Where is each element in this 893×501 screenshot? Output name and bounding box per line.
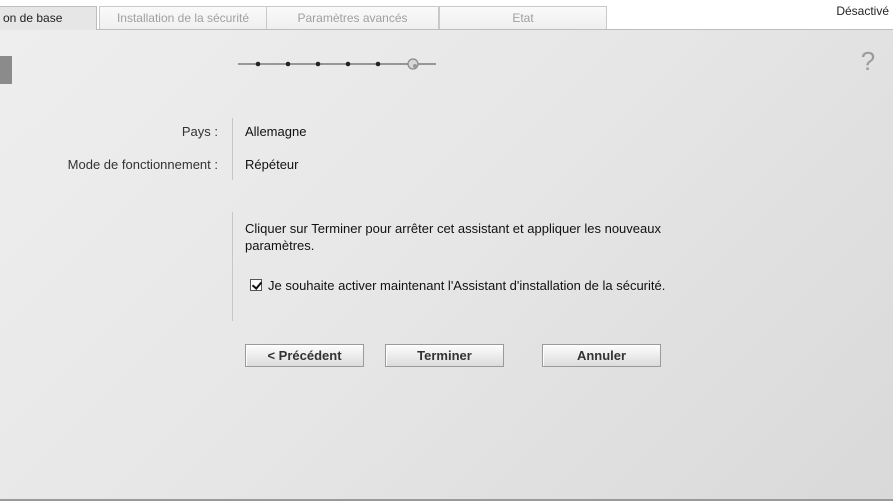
cancel-button[interactable]: Annuler: [542, 344, 661, 367]
security-assistant-checkbox-label[interactable]: Je souhaite activer maintenant l'Assista…: [268, 278, 665, 293]
checkbox-icon[interactable]: [250, 279, 262, 291]
country-label: Pays :: [181, 124, 218, 139]
wizard-progress-indicator: [236, 54, 446, 74]
tab-status[interactable]: Etat: [439, 6, 607, 29]
finish-button[interactable]: Terminer: [385, 344, 504, 367]
panel-handle[interactable]: [0, 56, 12, 84]
security-assistant-option: Je souhaite activer maintenant l'Assista…: [245, 276, 695, 295]
operating-mode-label: Mode de fonctionnement :: [67, 157, 218, 172]
tab-advanced-settings[interactable]: Paramètres avancés: [266, 6, 439, 29]
country-value: Allemagne: [245, 124, 307, 139]
status-text: Désactivé: [836, 4, 889, 18]
help-icon[interactable]: ?: [856, 47, 880, 75]
tab-bar: on de base Installation de la sécurité P…: [0, 0, 893, 30]
wizard-panel: ? Pays : Allemagne Mode de fonctionnemen…: [0, 29, 893, 501]
tab-basic-setup[interactable]: on de base: [0, 6, 97, 30]
finish-instructions: Cliquer sur Terminer pour arrêter cet as…: [245, 221, 661, 253]
field-divider: [232, 118, 233, 180]
description-divider: [232, 212, 233, 321]
operating-mode-value: Répéteur: [245, 157, 299, 172]
previous-button[interactable]: < Précédent: [245, 344, 364, 367]
tab-security-setup[interactable]: Installation de la sécurité: [99, 6, 267, 29]
